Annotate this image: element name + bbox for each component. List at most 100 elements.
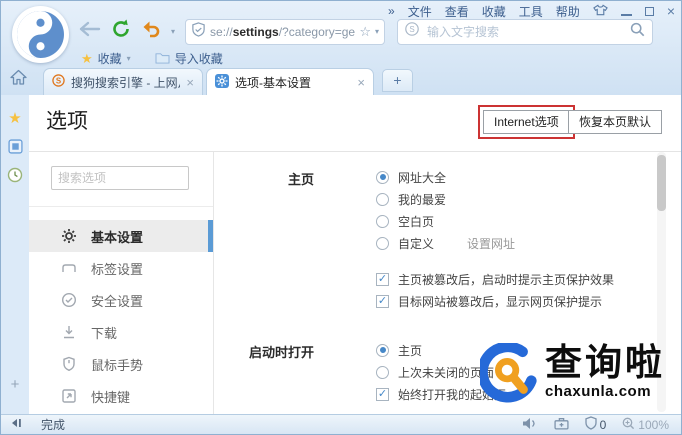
bookmark-star-icon[interactable]: ☆ bbox=[359, 24, 371, 40]
zoom-control[interactable]: 100% bbox=[622, 417, 669, 433]
checkbox-icon[interactable] bbox=[376, 387, 389, 401]
home-icon[interactable] bbox=[10, 69, 27, 90]
nav-toolbar: ▾ se://settings/?category=ger ☆ ▾ S bbox=[79, 18, 654, 45]
radio-icon[interactable] bbox=[376, 236, 389, 250]
shortcut-icon bbox=[61, 388, 77, 404]
browser-chrome: » 文件 查看 收藏 工具 帮助 × ▾ se://settings/?cate… bbox=[1, 1, 681, 95]
radio-icon[interactable] bbox=[376, 192, 389, 206]
internet-options-button[interactable]: Internet选项 bbox=[483, 110, 570, 134]
svg-text:S: S bbox=[56, 76, 61, 85]
set-url-link[interactable]: 设置网址 bbox=[467, 235, 515, 252]
address-dropdown-icon[interactable]: ▾ bbox=[375, 27, 379, 36]
ad-block-counter[interactable]: 0 bbox=[584, 416, 607, 433]
tab-settings[interactable]: 选项-基本设置 × bbox=[206, 68, 374, 95]
nav-item-label: 下载 bbox=[91, 325, 118, 341]
nav-item-label: 基本设置 bbox=[91, 229, 144, 245]
nav-item-download[interactable]: 下载 bbox=[29, 316, 213, 348]
menu-item-tools[interactable]: 工具 bbox=[519, 3, 543, 20]
side-strip: ★ + bbox=[1, 95, 29, 414]
radio-label: 自定义 bbox=[398, 236, 435, 251]
panel-divider bbox=[29, 206, 213, 207]
sogou-logo bbox=[12, 6, 69, 63]
refresh-button[interactable] bbox=[111, 19, 131, 44]
nav-item-shortcuts[interactable]: 快捷键 bbox=[29, 380, 213, 412]
nav-item-basic-settings[interactable]: 基本设置 bbox=[29, 220, 213, 252]
svg-text:S: S bbox=[409, 25, 414, 34]
toolbox-icon[interactable] bbox=[554, 417, 569, 433]
radio-option-site-navigation[interactable]: 网址大全 bbox=[376, 166, 614, 188]
zoom-icon bbox=[622, 417, 635, 433]
tab-sogou-search[interactable]: S 搜狗搜索引擎 - 上网从搜 × bbox=[43, 68, 203, 95]
favorites-toolbar: ★ 收藏 ▾ 导入收藏 bbox=[81, 50, 223, 67]
menu-item-help[interactable]: 帮助 bbox=[556, 3, 580, 20]
address-bar[interactable]: se://settings/?category=ger ☆ ▾ bbox=[185, 18, 386, 45]
menu-item-favorites[interactable]: 收藏 bbox=[482, 3, 506, 20]
checkbox-icon[interactable] bbox=[376, 272, 389, 286]
nav-item-mouse-gestures[interactable]: 鼠标手势 bbox=[29, 348, 213, 380]
back-button[interactable] bbox=[79, 21, 101, 42]
nav-item-security-settings[interactable]: 安全设置 bbox=[29, 284, 213, 316]
menu-item-view[interactable]: 查看 bbox=[445, 3, 469, 20]
add-panel-icon[interactable]: + bbox=[7, 377, 23, 393]
magnifier-icon[interactable] bbox=[630, 22, 645, 42]
favorites-panel-icon[interactable]: ★ bbox=[7, 111, 23, 127]
collapse-sidebar-icon[interactable] bbox=[9, 417, 23, 432]
undo-button[interactable] bbox=[141, 20, 161, 43]
menu-item-file[interactable]: 文件 bbox=[408, 3, 432, 20]
nav-item-tab-settings[interactable]: 标签设置 bbox=[29, 252, 213, 284]
checkbox-label: 主页被篡改后，启动时提示主页保护效果 bbox=[398, 272, 615, 287]
radio-option-my-favorites[interactable]: 我的最爱 bbox=[376, 188, 614, 210]
favorites-star-icon: ★ bbox=[81, 50, 93, 66]
shield-icon bbox=[584, 416, 597, 433]
checkbox-site-protect[interactable]: 目标网站被篡改后，显示网页保护提示 bbox=[376, 290, 614, 312]
status-text: 完成 bbox=[41, 418, 66, 432]
settings-search-input[interactable] bbox=[51, 166, 189, 190]
close-button[interactable]: × bbox=[667, 4, 675, 18]
new-tab-button[interactable]: + bbox=[382, 69, 413, 92]
radio-icon[interactable] bbox=[376, 214, 389, 228]
radio-option-custom[interactable]: 自定义 设置网址 bbox=[376, 232, 614, 254]
tab-close-icon[interactable]: × bbox=[186, 75, 194, 90]
mobile-panel-icon[interactable] bbox=[7, 139, 23, 155]
skin-icon[interactable] bbox=[592, 3, 608, 19]
sogou-favicon: S bbox=[52, 74, 65, 90]
checkbox-icon[interactable] bbox=[376, 294, 389, 308]
url-text: se://settings/?category=ger bbox=[210, 24, 356, 39]
menu-overflow-icon[interactable]: » bbox=[388, 4, 395, 18]
checkbox-homepage-protect[interactable]: 主页被篡改后，启动时提示主页保护效果 bbox=[376, 268, 614, 290]
browser-window: » 文件 查看 收藏 工具 帮助 × ▾ se://settings/?cate… bbox=[0, 0, 682, 435]
block-count: 0 bbox=[599, 417, 607, 432]
nav-item-label: 安全设置 bbox=[91, 293, 144, 309]
radio-icon[interactable] bbox=[376, 343, 389, 357]
checkbox-label: 目标网站被篡改后，显示网页保护提示 bbox=[398, 294, 603, 309]
zoom-level: 100% bbox=[638, 417, 669, 432]
tab-close-icon[interactable]: × bbox=[357, 75, 365, 90]
maximize-button[interactable] bbox=[644, 6, 654, 16]
section-label: 启动时打开 bbox=[248, 345, 314, 360]
favorites-dropdown-icon[interactable]: ▾ bbox=[127, 54, 131, 63]
restore-defaults-button[interactable]: 恢复本页默认 bbox=[568, 110, 663, 134]
settings-nav-panel: 基本设置 标签设置 安全设置 bbox=[29, 152, 214, 414]
folder-icon bbox=[155, 51, 170, 67]
mouse-gesture-icon bbox=[61, 356, 77, 372]
nav-item-label: 标签设置 bbox=[91, 261, 144, 277]
history-clock-icon[interactable] bbox=[7, 167, 23, 183]
search-input[interactable] bbox=[425, 23, 625, 40]
undo-dropdown-icon[interactable]: ▾ bbox=[171, 27, 175, 36]
scrollbar-thumb[interactable] bbox=[657, 155, 666, 211]
import-favorites-button[interactable]: 导入收藏 bbox=[175, 50, 223, 67]
radio-icon[interactable] bbox=[376, 365, 389, 379]
download-icon bbox=[61, 324, 77, 340]
radio-icon[interactable] bbox=[376, 170, 389, 184]
search-box[interactable]: S bbox=[397, 18, 654, 45]
radio-option-blank-page[interactable]: 空白页 bbox=[376, 210, 614, 232]
gear-icon bbox=[61, 228, 77, 244]
speaker-icon[interactable] bbox=[522, 417, 538, 433]
radio-label: 主页 bbox=[398, 343, 423, 358]
tab-title: 选项-基本设置 bbox=[235, 75, 311, 90]
watermark-domain: chaxunla.com bbox=[545, 382, 652, 400]
watermark-title: 查询啦 bbox=[545, 340, 665, 384]
favorites-button[interactable]: 收藏 bbox=[98, 50, 122, 67]
minimize-button[interactable] bbox=[620, 7, 632, 16]
watermark: 查询啦 chaxunla.com bbox=[477, 340, 665, 410]
